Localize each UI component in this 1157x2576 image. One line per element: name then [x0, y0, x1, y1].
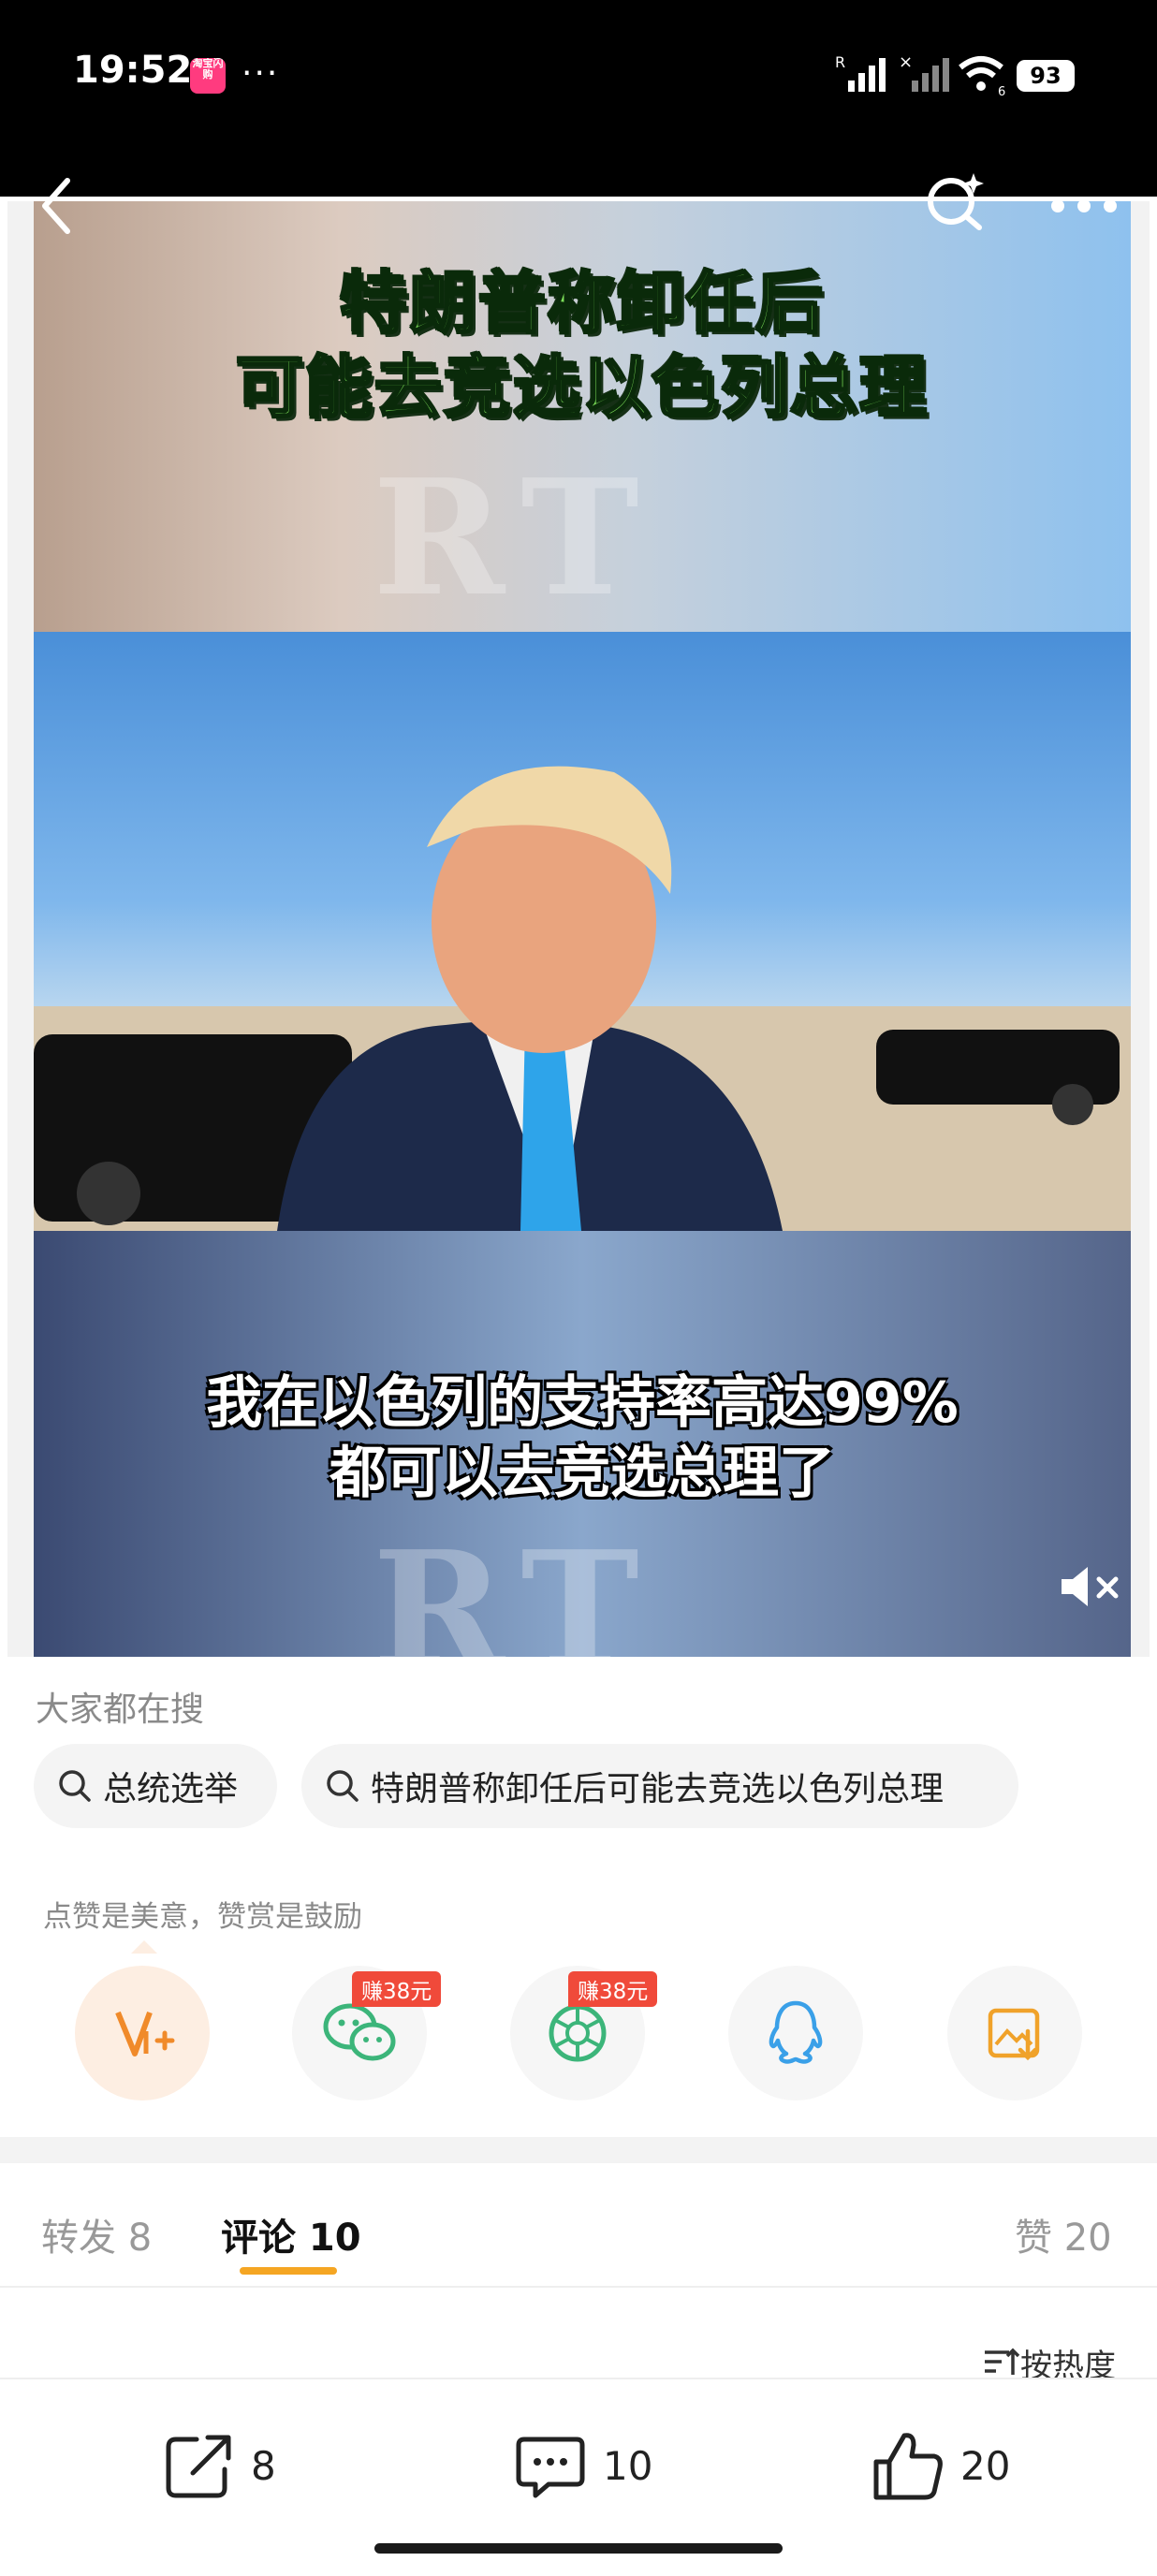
like-action-button[interactable]: 20 [869, 2426, 1010, 2505]
search-icon [327, 1770, 359, 1802]
battery-indicator: 93 [1017, 60, 1075, 92]
sort-icon [985, 2348, 1020, 2375]
tabs-divider [0, 2286, 1157, 2288]
trending-chip-2[interactable]: 特朗普称卸任后可能去竞选以色列总理 [301, 1744, 1018, 1828]
trending-label: 大家都在搜 [36, 1690, 205, 1729]
wifi-icon: 6 [959, 56, 1005, 97]
signal-1-label: R [835, 53, 845, 71]
active-tab-indicator [240, 2267, 337, 2275]
status-more-dots: ··· [242, 54, 280, 93]
search-icon[interactable] [925, 171, 985, 231]
share-icon [166, 2435, 231, 2498]
taobao-app-badge-icon: 淘宝闪购 [190, 58, 226, 94]
back-chevron-icon[interactable] [37, 173, 75, 239]
video-player[interactable]: RT RT 特朗普称卸任后 可能去竞选以色列总理 我在以色列的支持率高达99% … [7, 201, 1150, 1657]
save-image-icon [988, 2008, 1040, 2061]
trending-chip-2-label: 特朗普称卸任后可能去竞选以色列总理 [371, 1770, 945, 1808]
vip-reward-icon [115, 2011, 175, 2056]
video-watermark-top: RT [373, 445, 658, 632]
video-watermark-bottom: RT [373, 1516, 658, 1657]
reward-button[interactable] [75, 1966, 210, 2100]
moments-reward-tag: 赚38元 [568, 1971, 658, 2007]
interaction-tabs: 转发 8 评论 10 赞 20 [0, 2164, 1157, 2286]
share-action-button[interactable]: 8 [159, 2426, 276, 2505]
comment-count: 10 [603, 2442, 653, 2489]
tab-like[interactable]: 赞 20 [1015, 2207, 1112, 2261]
tab-comment[interactable]: 评论 10 [221, 2207, 361, 2261]
trending-chip-1[interactable]: 总统选举 [34, 1744, 277, 1828]
like-count: 20 [960, 2442, 1011, 2489]
status-time: 19:52 [73, 49, 193, 92]
wechat-icon [323, 2003, 396, 2061]
home-indicator [374, 2543, 783, 2554]
video-subtitle-line-2: 都可以去竞选总理了 [330, 1441, 835, 1506]
moments-icon [549, 2004, 607, 2062]
video-headline-line-2: 可能去竞选以色列总理 [234, 347, 929, 429]
cell-signal-2-icon: × [899, 52, 949, 92]
thumbs-up-icon [873, 2433, 943, 2500]
status-bar: 19:52 淘宝闪购 ··· R × 6 93 [0, 0, 1157, 197]
more-options-icon[interactable] [1047, 197, 1121, 215]
qq-icon [769, 2000, 823, 2064]
video-main-frame [34, 632, 1131, 1231]
comment-action-button[interactable]: 10 [511, 2426, 652, 2505]
reward-tip-label: 点赞是美意，赞赏是鼓励 [43, 1900, 362, 1934]
comment-icon [516, 2437, 585, 2498]
tab-repost[interactable]: 转发 8 [41, 2207, 152, 2261]
wifi-sub-label: 6 [998, 85, 1005, 97]
cell-signal-1-icon: R [835, 53, 886, 92]
video-scene-illustration [34, 766, 1131, 1231]
share-count: 8 [251, 2442, 276, 2489]
section-divider [0, 2137, 1157, 2163]
trending-chip-1-label: 总统选举 [103, 1770, 239, 1808]
save-image-button[interactable] [947, 1966, 1082, 2100]
search-icon [59, 1770, 91, 1802]
signal-2-label: × [899, 52, 913, 72]
video-subtitle-line-1: 我在以色列的支持率高达99% [206, 1370, 959, 1436]
wechat-reward-tag: 赚38元 [352, 1971, 442, 2007]
tip-pointer [131, 1940, 157, 1954]
mute-icon[interactable] [1058, 1563, 1123, 1610]
share-qq-button[interactable] [728, 1966, 863, 2100]
